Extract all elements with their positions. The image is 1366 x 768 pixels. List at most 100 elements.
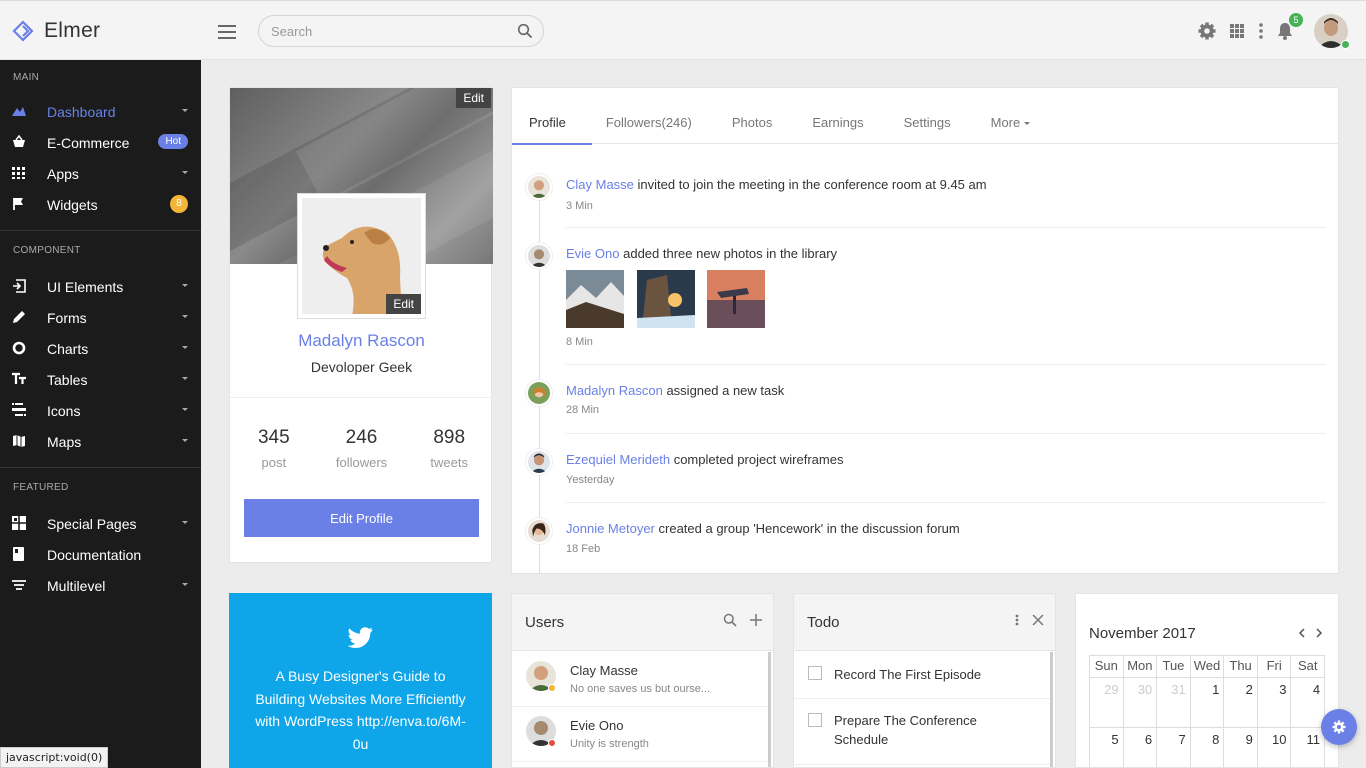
timeline-action: invited to join the meeting in the confe… <box>637 177 987 192</box>
calendar-day[interactable]: 4 <box>1291 678 1326 728</box>
tab-earnings[interactable]: Earnings <box>812 88 883 144</box>
todo-label: Prepare The Conference Schedule <box>834 713 977 747</box>
timeline-action: assigned a new task <box>666 383 785 398</box>
chevron-down-icon <box>182 377 188 380</box>
avatar[interactable] <box>526 518 552 544</box>
sidebar-item-icons[interactable]: Icons <box>0 395 201 426</box>
sidebar-item-forms[interactable]: Forms <box>0 302 201 333</box>
tab-followers[interactable]: Followers(246) <box>606 88 712 144</box>
timeline-time: 18 Feb <box>566 543 601 555</box>
avatar[interactable] <box>526 243 552 269</box>
search-box <box>258 15 544 47</box>
timeline-user-link[interactable]: Madalyn Rascon <box>566 383 663 398</box>
more-vertical-icon[interactable] <box>1014 613 1020 627</box>
sidebar-item-ui-elements[interactable]: UI Elements <box>0 271 201 302</box>
sidebar-item-apps[interactable]: Apps <box>0 158 201 189</box>
notifications-button[interactable]: 5 <box>1275 13 1303 41</box>
library-photo-3[interactable] <box>707 270 765 328</box>
avatar[interactable] <box>526 174 552 200</box>
timeline-user-link[interactable]: Ezequiel Merideth <box>566 452 670 467</box>
sidebar-item-widgets[interactable]: Widgets 8 <box>0 189 201 220</box>
library-photo-1[interactable] <box>566 270 624 328</box>
timeline-text: Ezequiel Merideth completed project wire… <box>566 452 843 467</box>
profile-name[interactable]: Madalyn Rascon <box>230 331 493 351</box>
calendar-day[interactable]: 10 <box>1258 728 1292 767</box>
stat-value: 898 <box>433 427 466 448</box>
user-list-item[interactable]: Evie Ono Unity is strength <box>512 707 770 762</box>
apps-grid-icon <box>12 167 25 179</box>
todo-checkbox[interactable] <box>808 713 822 727</box>
tab-more[interactable]: More <box>991 88 1051 144</box>
calendar-day[interactable]: 2 <box>1224 678 1258 728</box>
timeline-time: Yesterday <box>566 474 615 486</box>
user-avatar[interactable] <box>1314 14 1350 49</box>
menu-toggle-icon[interactable] <box>218 25 236 39</box>
tab-profile[interactable]: Profile <box>512 88 592 145</box>
pencil-icon <box>13 311 25 323</box>
sidebar-item-label: Documentation <box>47 546 142 563</box>
calendar-day[interactable]: 8 <box>1191 728 1225 767</box>
sidebar-item-maps[interactable]: Maps <box>0 426 201 457</box>
calendar-day[interactable]: 9 <box>1224 728 1258 767</box>
calendar-card: November 2017 Sun Mon Tue Wed Thu Fri Sa… <box>1075 593 1339 768</box>
edit-profile-button[interactable]: Edit Profile <box>244 499 479 537</box>
more-vertical-icon[interactable] <box>1258 21 1264 41</box>
calendar-day[interactable]: 6 <box>1124 728 1158 767</box>
sidebar-item-e-commerce[interactable]: E-Commerce Hot <box>0 127 201 158</box>
calendar-day[interactable]: 30 <box>1123 678 1158 728</box>
users-scrollbar[interactable] <box>768 652 771 767</box>
calendar-day[interactable]: 1 <box>1190 678 1225 728</box>
sidebar-item-documentation[interactable]: Documentation <box>0 539 201 570</box>
search-input[interactable] <box>259 23 517 39</box>
todo-checkbox[interactable] <box>808 666 822 680</box>
calendar-day[interactable]: 3 <box>1257 678 1292 728</box>
sidebar-item-label: Icons <box>47 402 81 419</box>
calendar-grid: Sun Mon Tue Wed Thu Fri Sat 29 30 31 1 2… <box>1089 655 1326 767</box>
chevron-right-icon[interactable] <box>1313 627 1325 639</box>
timeline-user-link[interactable]: Jonnie Metoyer <box>566 521 655 536</box>
top-bar: Elmer 5 <box>0 0 1366 60</box>
sidebar-item-tables[interactable]: Tables <box>0 364 201 395</box>
calendar-day[interactable]: 7 <box>1157 728 1191 767</box>
calendar-day[interactable]: 29 <box>1090 678 1124 728</box>
gear-icon[interactable] <box>1197 21 1217 41</box>
chevron-down-icon <box>182 346 188 349</box>
hot-badge: Hot <box>158 134 188 149</box>
settings-fab-button[interactable] <box>1321 709 1357 745</box>
chevron-left-icon[interactable] <box>1296 627 1308 639</box>
avatar[interactable] <box>526 380 552 406</box>
apps-grid-icon[interactable] <box>1227 21 1247 41</box>
search-icon[interactable] <box>723 613 737 627</box>
sidebar-item-label: Charts <box>47 340 89 357</box>
sidebar-item-multilevel[interactable]: Multilevel <box>0 570 201 601</box>
cover-edit-button[interactable]: Edit <box>456 88 491 108</box>
weekday-label: Fri <box>1257 656 1292 678</box>
stat-followers: 246 followers <box>318 427 406 470</box>
tab-photos[interactable]: Photos <box>732 88 792 144</box>
todo-card: Todo Record The First Episode Prepare Th… <box>793 593 1056 768</box>
brand[interactable]: Elmer <box>12 19 100 43</box>
timeline-user-link[interactable]: Clay Masse <box>566 177 634 192</box>
library-photo-2[interactable] <box>637 270 695 328</box>
timeline-user-link[interactable]: Evie Ono <box>566 246 619 261</box>
add-icon[interactable] <box>749 613 763 627</box>
users-title: Users <box>525 614 565 631</box>
widgets-count-badge: 8 <box>170 195 188 213</box>
sidebar-item-charts[interactable]: Charts <box>0 333 201 364</box>
close-icon[interactable] <box>1032 614 1044 626</box>
search-icon[interactable] <box>517 23 533 39</box>
sidebar-item-dashboard[interactable]: Dashboard <box>0 96 201 127</box>
calendar-day[interactable]: 11 <box>1291 728 1326 767</box>
todo-scrollbar[interactable] <box>1050 652 1053 767</box>
calendar-day[interactable]: 31 <box>1157 678 1191 728</box>
sidebar-item-label: Forms <box>47 309 87 326</box>
photo-edit-button[interactable]: Edit <box>386 294 421 314</box>
dashboard-icon <box>12 107 26 116</box>
tab-settings[interactable]: Settings <box>904 88 971 144</box>
user-list-item[interactable]: Clay Masse No one saves us but ourse... <box>512 652 770 707</box>
timeline-action: added three new photos in the library <box>623 246 838 261</box>
sidebar-item-special-pages[interactable]: Special Pages <box>0 508 201 539</box>
book-icon <box>13 547 24 561</box>
calendar-day[interactable]: 5 <box>1090 728 1124 767</box>
avatar[interactable] <box>526 449 552 475</box>
